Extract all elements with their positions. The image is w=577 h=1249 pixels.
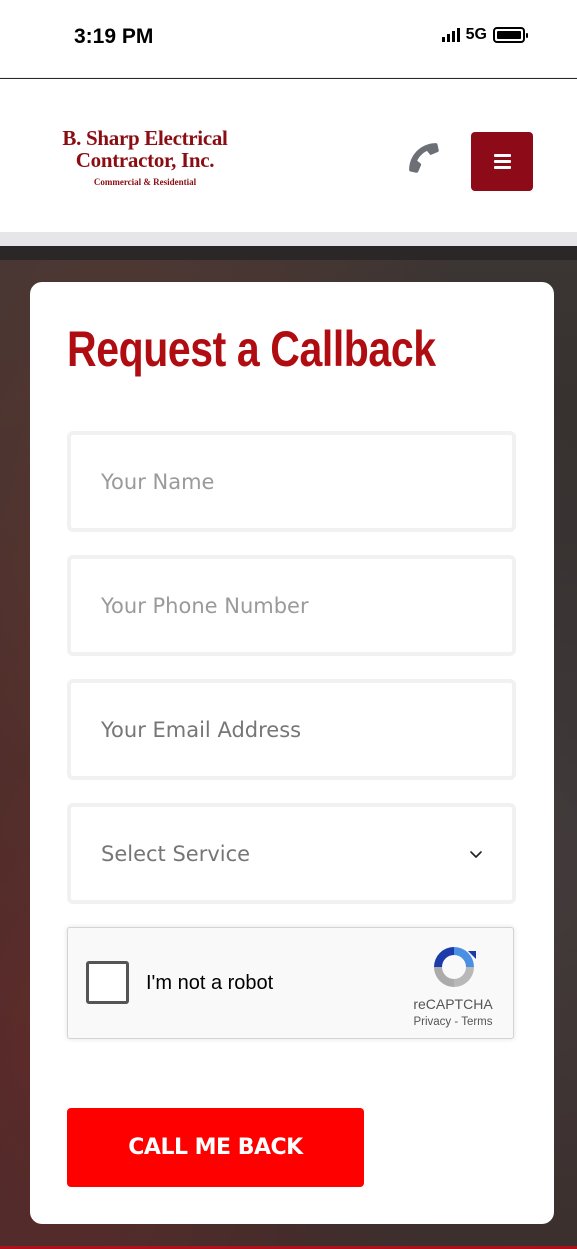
call-me-back-button[interactable]: CALL ME BACK: [67, 1108, 364, 1187]
phone-field[interactable]: [67, 555, 516, 656]
recaptcha-link-separator: -: [451, 1016, 462, 1028]
recaptcha-widget: I'm not a robot reCAPTCHA Privacy - Term…: [67, 927, 514, 1039]
email-input[interactable]: [101, 717, 512, 742]
recaptcha-terms-link[interactable]: Terms: [461, 1016, 492, 1028]
recaptcha-logo-icon: [434, 947, 476, 987]
recaptcha-privacy-link[interactable]: Privacy: [413, 1016, 451, 1028]
chevron-down-icon: [470, 850, 482, 858]
signal-icon: [441, 28, 460, 42]
network-label: 5G: [465, 26, 487, 43]
company-logo[interactable]: B. Sharp Electrical Contractor, Inc. Com…: [50, 127, 240, 187]
phone-icon[interactable]: [405, 139, 443, 177]
status-bar: 3:19 PM 5G: [0, 0, 577, 78]
callback-form-card: Request a Callback Select Service I'm no…: [30, 282, 554, 1224]
email-field[interactable]: [67, 679, 516, 780]
name-input[interactable]: [101, 469, 512, 494]
service-select[interactable]: Select Service: [67, 803, 516, 904]
recaptcha-checkbox[interactable]: [86, 961, 129, 1004]
hamburger-line: [493, 160, 511, 163]
recaptcha-label: I'm not a robot: [146, 972, 274, 994]
service-select-value: Select Service: [101, 841, 251, 866]
recaptcha-links: Privacy - Terms: [402, 1016, 504, 1028]
recaptcha-brand: reCAPTCHA: [413, 996, 493, 1012]
name-field[interactable]: [67, 431, 516, 532]
logo-line2: Contractor, Inc.: [75, 148, 215, 172]
hamburger-menu-icon: [493, 154, 511, 157]
phone-input[interactable]: [101, 593, 512, 618]
status-time: 3:19 PM: [74, 25, 154, 48]
hamburger-line: [493, 166, 511, 169]
battery-icon: [493, 27, 528, 43]
menu-button[interactable]: [471, 132, 533, 191]
status-indicators: 5G: [441, 26, 528, 44]
site-header: B. Sharp Electrical Contractor, Inc. Com…: [0, 79, 577, 246]
form-title: Request a Callback: [67, 321, 436, 377]
logo-line1: B. Sharp Electrical: [62, 126, 228, 150]
logo-tagline: Commercial & Residential: [93, 177, 197, 187]
